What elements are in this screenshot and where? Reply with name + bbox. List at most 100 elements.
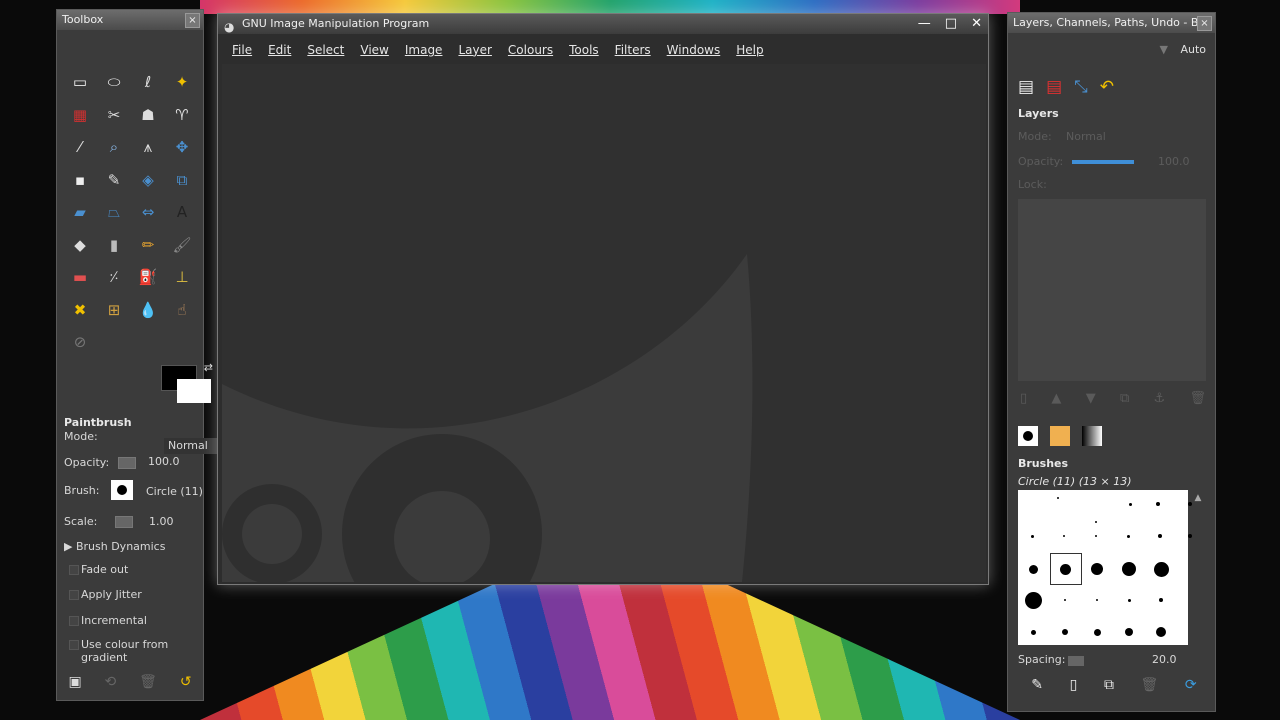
brush-thumbnail[interactable]	[1128, 502, 1132, 506]
minimize-icon[interactable]: —	[918, 14, 931, 34]
foreground-select-icon[interactable]: ☗	[131, 99, 165, 132]
brush-grid[interactable]	[1018, 490, 1192, 645]
blur-sharpen-icon[interactable]: 💧	[131, 294, 165, 327]
menu-colours[interactable]: Colours	[508, 43, 553, 57]
incremental-checkbox[interactable]	[69, 616, 79, 626]
delete-options-icon[interactable]: 🗑	[139, 674, 157, 690]
brush-thumbnail[interactable]	[1093, 628, 1101, 636]
pencil-icon[interactable]: ✏	[131, 229, 165, 262]
brush-thumbnail[interactable]	[1095, 521, 1097, 523]
main-titlebar[interactable]: ◕ GNU Image Manipulation Program — □ ✕	[218, 14, 988, 34]
toolbox-titlebar[interactable]: Toolbox ×	[57, 10, 203, 30]
rotate-icon[interactable]: ◈	[131, 164, 165, 197]
lower-layer-icon[interactable]: ▼	[1086, 391, 1096, 406]
brush-thumbnail[interactable]	[1127, 598, 1131, 602]
brush-thumbnail[interactable]	[1091, 563, 1103, 575]
toolbox-close-button[interactable]: ×	[185, 13, 200, 28]
opacity-slider[interactable]	[118, 457, 136, 469]
flip-icon[interactable]: ⇔	[131, 196, 165, 229]
brush-thumbnail[interactable]	[1024, 591, 1042, 609]
brush-thumbnail[interactable]	[1096, 599, 1098, 601]
edit-brush-icon[interactable]: ✎	[1031, 677, 1043, 693]
eraser-icon[interactable]: ▬	[63, 261, 97, 294]
smudge-icon[interactable]: ☝	[165, 294, 199, 327]
brush-scrollbar[interactable]: ▲	[1192, 493, 1204, 643]
undo-tab-icon[interactable]: ↶	[1100, 77, 1114, 97]
paths-tab-icon[interactable]: ⤡	[1074, 77, 1088, 97]
brush-thumbnail[interactable]	[1159, 598, 1163, 602]
rect-select-icon[interactable]: ▭	[63, 66, 97, 99]
layers-opacity-value[interactable]: 100.0	[1158, 155, 1190, 168]
scissors-select-icon[interactable]: ✂	[97, 99, 131, 132]
brush-thumbnail[interactable]	[1063, 535, 1065, 537]
anchor-layer-icon[interactable]: ⚓	[1154, 391, 1166, 406]
patterns-tab-icon[interactable]	[1050, 426, 1070, 446]
delete-layer-icon[interactable]: 🗑	[1189, 391, 1206, 406]
save-options-icon[interactable]: ▣	[68, 674, 81, 690]
auto-button[interactable]: Auto	[1180, 43, 1206, 56]
menu-windows[interactable]: Windows	[667, 43, 721, 57]
duplicate-brush-icon[interactable]: ⧉	[1104, 677, 1114, 693]
fuzzy-select-icon[interactable]: ✦	[165, 66, 199, 99]
brush-thumbnail[interactable]	[1059, 563, 1071, 575]
ink-icon[interactable]: ⛽	[131, 261, 165, 294]
brush-thumbnail[interactable]	[1125, 628, 1133, 636]
duplicate-layer-icon[interactable]: ⧉	[1120, 391, 1129, 406]
use-gradient-checkbox[interactable]	[69, 640, 79, 650]
channels-tab-icon[interactable]: ▤	[1046, 77, 1062, 97]
restore-options-icon[interactable]: ⟲	[105, 674, 117, 690]
brush-thumbnail[interactable]	[1153, 561, 1169, 577]
crop-icon[interactable]: ✎	[97, 164, 131, 197]
brush-thumbnail[interactable]	[1158, 534, 1162, 538]
dodge-burn-icon[interactable]: ⊘	[63, 326, 97, 359]
brush-thumbnail[interactable]	[1156, 502, 1160, 506]
apply-jitter-checkbox[interactable]	[69, 590, 79, 600]
measure-icon[interactable]: ⩚	[131, 131, 165, 164]
dock-close-button[interactable]: ×	[1197, 16, 1212, 31]
text-icon[interactable]: A	[165, 196, 199, 229]
perspective-clone-icon[interactable]: ⊞	[97, 294, 131, 327]
scale-slider[interactable]	[115, 516, 133, 528]
scale-icon[interactable]: ⧉	[165, 164, 199, 197]
brush-thumbnail[interactable]	[1030, 534, 1034, 538]
spacing-slider[interactable]	[1068, 656, 1084, 666]
new-layer-icon[interactable]: ▯	[1020, 391, 1027, 406]
free-select-icon[interactable]: ℓ	[131, 66, 165, 99]
layers-list[interactable]	[1018, 199, 1206, 381]
brush-thumbnail[interactable]	[1156, 627, 1166, 637]
new-brush-icon[interactable]: ▯	[1070, 677, 1078, 693]
delete-brush-icon[interactable]: 🗑	[1141, 677, 1159, 693]
shear-icon[interactable]: ▰	[63, 196, 97, 229]
maximize-icon[interactable]: □	[945, 14, 957, 34]
paths-icon[interactable]: ♈	[165, 99, 199, 132]
brushes-tab-icon[interactable]	[1018, 426, 1038, 446]
align-icon[interactable]: ▪	[63, 164, 97, 197]
refresh-brushes-icon[interactable]: ⟳	[1185, 677, 1197, 693]
zoom-icon[interactable]: ⌕	[97, 131, 131, 164]
fade-out-checkbox[interactable]	[69, 565, 79, 575]
fg-bg-colors[interactable]: ⇄	[161, 361, 213, 403]
ellipse-select-icon[interactable]: ⬭	[97, 66, 131, 99]
raise-layer-icon[interactable]: ▲	[1051, 391, 1061, 406]
brush-thumbnail[interactable]	[1028, 564, 1038, 574]
menu-file[interactable]: File	[232, 43, 252, 57]
brush-thumbnail[interactable]	[1030, 629, 1036, 635]
perspective-icon[interactable]: ⏢	[97, 196, 131, 229]
blend-icon[interactable]: ▮	[97, 229, 131, 262]
brush-preview-button[interactable]	[111, 480, 133, 500]
heal-icon[interactable]: ✖	[63, 294, 97, 327]
scale-value[interactable]: 1.00	[149, 515, 174, 528]
image-select-combo[interactable]: ▼ Auto	[1016, 43, 1212, 61]
move-icon[interactable]: ✥	[165, 131, 199, 164]
menu-filters[interactable]: Filters	[615, 43, 651, 57]
menu-view[interactable]: View	[360, 43, 388, 57]
bucket-fill-icon[interactable]: ◆	[63, 229, 97, 262]
brush-thumbnail[interactable]	[1122, 562, 1136, 576]
layers-tab-icon[interactable]: ▤	[1018, 77, 1034, 97]
reset-options-icon[interactable]: ↺	[180, 674, 192, 690]
color-select-icon[interactable]: ▦	[63, 99, 97, 132]
brush-thumbnail[interactable]	[1057, 497, 1059, 499]
brush-dynamics-expander[interactable]: ▶ Brush Dynamics	[64, 538, 165, 556]
brush-thumbnail[interactable]	[1062, 629, 1068, 635]
color-picker-icon[interactable]: ⁄	[63, 131, 97, 164]
